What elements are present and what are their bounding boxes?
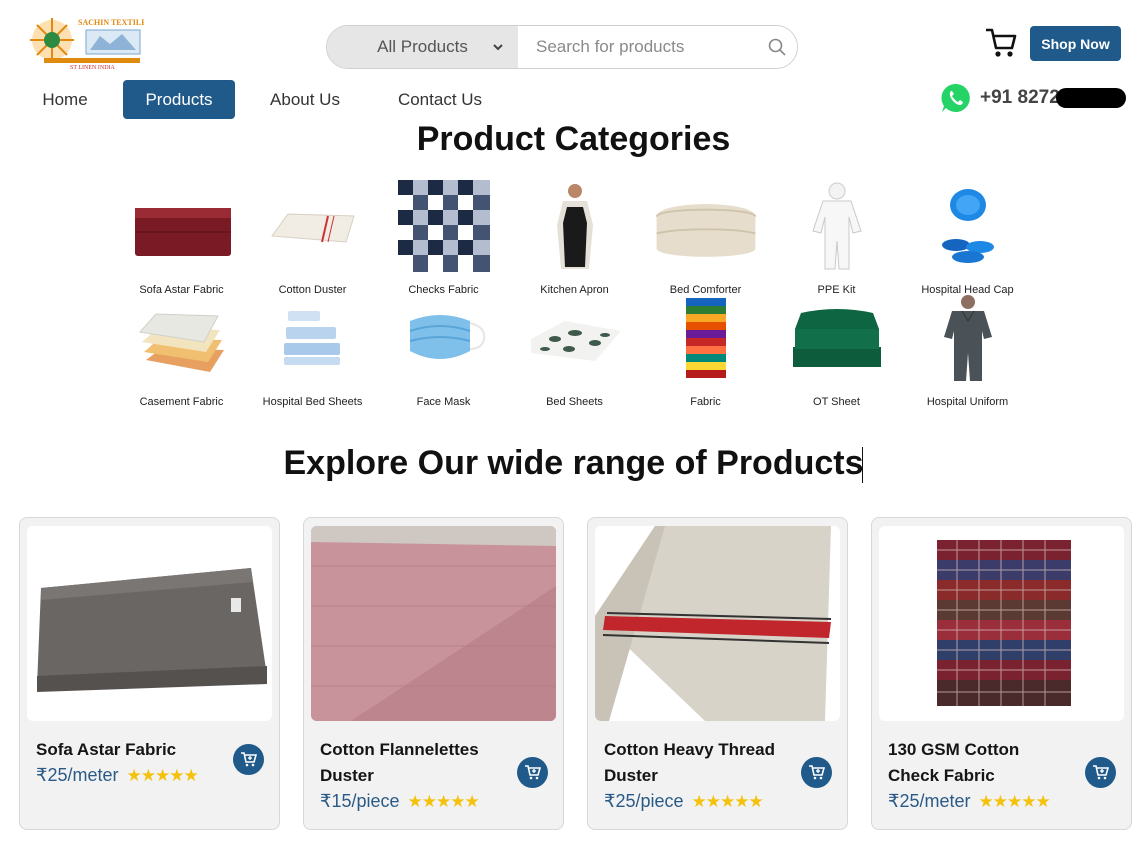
category-fabric[interactable]: Fabric — [640, 292, 771, 408]
add-to-cart-icon — [241, 752, 257, 767]
cart-button[interactable] — [984, 26, 1018, 60]
colorful-fabric-stack-icon — [651, 292, 761, 384]
category-face-mask[interactable]: Face Mask — [378, 292, 509, 408]
category-checks-fabric[interactable]: Checks Fabric — [378, 180, 509, 296]
category-hospital-uniform[interactable]: Hospital Uniform — [902, 292, 1033, 408]
pink-flannel-duster-image — [311, 526, 556, 721]
category-select-value: All Products — [377, 37, 468, 56]
add-to-cart-icon — [525, 765, 541, 780]
product-card[interactable]: Cotton Flannelettes Duster ₹15/piece ★★★… — [303, 517, 564, 830]
checks-fabric-icon — [389, 180, 499, 272]
grey-fabric-stack-image — [27, 526, 272, 721]
search-button[interactable] — [756, 26, 797, 68]
category-bed-comforter[interactable]: Bed Comforter — [640, 180, 771, 296]
logo-tagline-text: ST LINEN INDIA — [70, 65, 116, 71]
bed-comforter-icon — [651, 180, 761, 272]
add-to-cart-button[interactable] — [233, 744, 264, 775]
explore-title: Explore Our wide range of Products — [283, 444, 864, 482]
category-bed-sheets[interactable]: Bed Sheets — [509, 292, 640, 408]
stacked-casement-fabric-icon — [127, 292, 237, 384]
category-ppe-kit[interactable]: PPE Kit — [771, 180, 902, 296]
striped-heavy-duster-image — [595, 526, 840, 721]
check-fabric-stack-image — [879, 526, 1124, 721]
green-ot-sheet-icon — [782, 292, 892, 384]
product-card[interactable]: 130 GSM Cotton Check Fabric ₹25/meter ★★… — [871, 517, 1132, 830]
price-row: ₹15/piece ★★★★★ — [320, 791, 480, 812]
white-duster-cloth-icon — [258, 180, 368, 272]
rating-stars: ★★★★★ — [691, 791, 764, 811]
product-name: Cotton Flannelettes Duster — [320, 740, 479, 785]
cart-icon — [986, 28, 1017, 57]
rating-stars: ★★★★★ — [407, 791, 480, 811]
price-row: ₹25/piece ★★★★★ — [604, 791, 764, 812]
rating-stars: ★★★★★ — [978, 791, 1051, 811]
product-name: 130 GSM Cotton Check Fabric — [888, 740, 1020, 785]
redacted-block — [1056, 88, 1126, 108]
category-hospital-bed-sheets[interactable]: Hospital Bed Sheets — [247, 292, 378, 408]
search-icon — [768, 38, 786, 56]
category-kitchen-apron[interactable]: Kitchen Apron — [509, 180, 640, 296]
hospital-uniform-icon — [913, 292, 1023, 384]
ppe-kit-icon — [782, 180, 892, 272]
category-casement-fabric[interactable]: Casement Fabric — [116, 292, 247, 408]
brand-logo[interactable]: SACHIN TEXTILES ST LINEN INDIA — [30, 14, 152, 72]
category-label: Face Mask — [416, 396, 471, 408]
product-card[interactable]: Sofa Astar Fabric ₹25/meter ★★★★★ — [19, 517, 280, 830]
phone-number: +91 8272 — [980, 87, 1060, 108]
category-ot-sheet[interactable]: OT Sheet — [771, 292, 902, 408]
add-to-cart-button[interactable] — [517, 757, 548, 788]
logo-brand-text: SACHIN TEXTILES — [78, 18, 144, 27]
whatsapp-contact[interactable]: +91 8272 — [940, 82, 1060, 114]
category-label: Fabric — [690, 396, 721, 408]
product-price: ₹15/piece — [320, 791, 400, 811]
add-to-cart-button[interactable] — [801, 757, 832, 788]
category-label: Hospital Uniform — [926, 396, 1009, 408]
categories-title: Product Categories — [416, 120, 731, 158]
add-to-cart-button[interactable] — [1085, 757, 1116, 788]
product-price: ₹25/meter — [36, 765, 119, 785]
category-sofa-astar-fabric[interactable]: Sofa Astar Fabric — [116, 180, 247, 296]
price-row: ₹25/meter ★★★★★ — [36, 765, 199, 786]
add-to-cart-icon — [809, 765, 825, 780]
category-hospital-head-cap[interactable]: Hospital Head Cap — [902, 180, 1033, 296]
nav-about-us[interactable]: About Us — [262, 80, 348, 119]
nav-home[interactable]: Home — [28, 80, 102, 119]
folded-maroon-fabric-icon — [127, 180, 237, 272]
sun-wheel-icon — [30, 18, 74, 62]
chevron-down-icon — [493, 44, 503, 51]
product-card[interactable]: Cotton Heavy Thread Duster ₹25/piece ★★★… — [587, 517, 848, 830]
product-name: Sofa Astar Fabric — [36, 740, 177, 759]
category-label: Casement Fabric — [139, 396, 224, 408]
add-to-cart-icon — [1093, 765, 1109, 780]
blue-head-caps-icon — [913, 180, 1023, 272]
blue-bed-sheets-icon — [258, 292, 368, 384]
face-mask-icon — [389, 292, 499, 384]
nav-products[interactable]: Products — [123, 80, 235, 119]
product-price: ₹25/meter — [888, 791, 971, 811]
category-label: Bed Sheets — [546, 396, 603, 408]
shop-now-button[interactable]: Shop Now — [1030, 26, 1121, 61]
text-cursor — [862, 447, 863, 483]
printed-bed-sheets-icon — [520, 292, 630, 384]
product-price: ₹25/piece — [604, 791, 684, 811]
search-bar: All Products — [326, 25, 798, 69]
price-row: ₹25/meter ★★★★★ — [888, 791, 1051, 812]
nav-contact-us[interactable]: Contact Us — [388, 80, 492, 119]
category-label: Hospital Bed Sheets — [262, 396, 363, 408]
category-label: OT Sheet — [813, 396, 860, 408]
whatsapp-icon — [941, 83, 970, 112]
rating-stars: ★★★★★ — [126, 765, 199, 785]
category-select[interactable]: All Products — [327, 26, 518, 68]
product-name: Cotton Heavy Thread Duster — [604, 740, 775, 785]
search-input[interactable] — [517, 26, 757, 68]
kitchen-apron-icon — [520, 180, 630, 272]
category-cotton-duster[interactable]: Cotton Duster — [247, 180, 378, 296]
